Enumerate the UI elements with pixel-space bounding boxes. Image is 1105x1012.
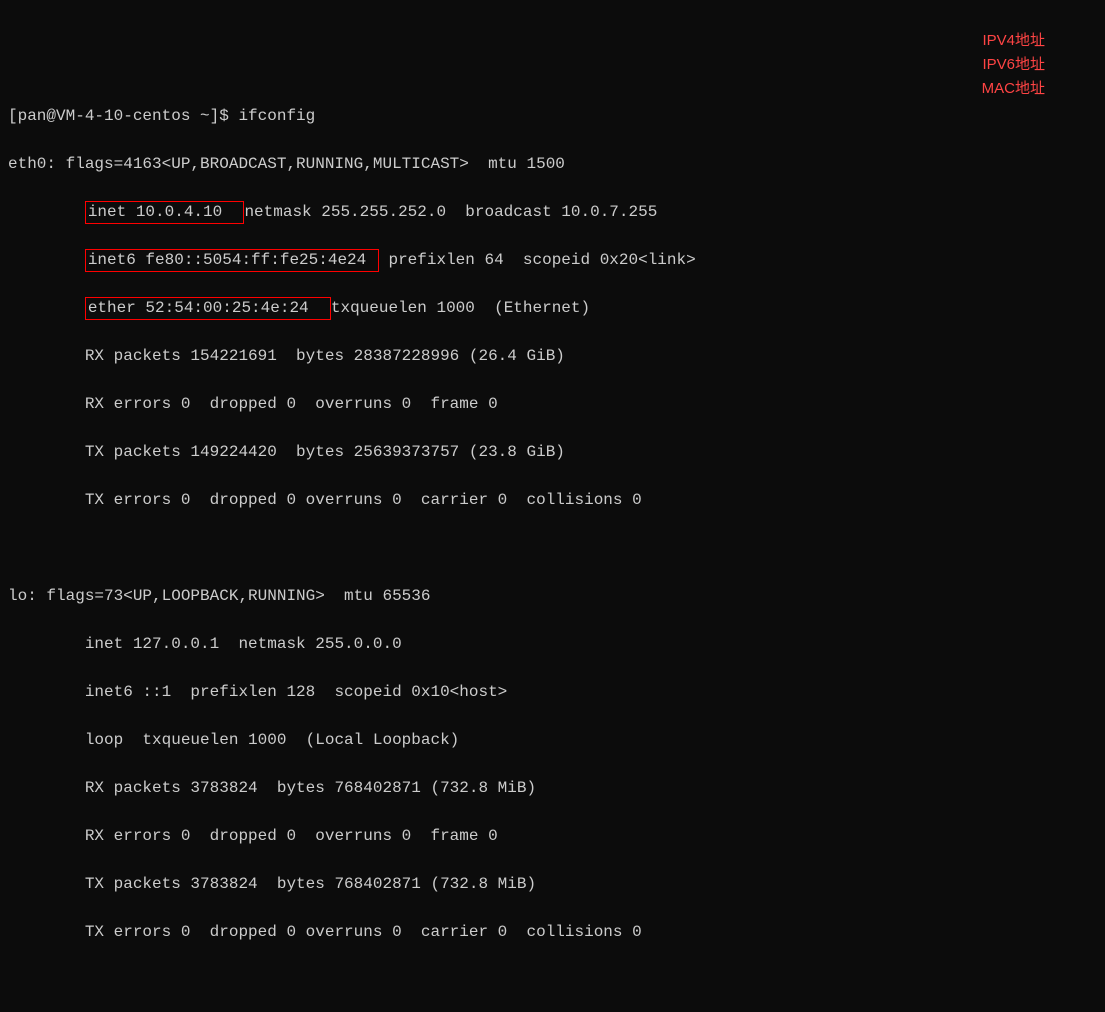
eth0-rx-errors: RX errors 0 dropped 0 overruns 0 frame 0: [8, 392, 1097, 416]
prompt: [pan@VM-4-10-centos ~]$: [8, 107, 238, 125]
blank-line: [8, 536, 1097, 560]
lo-inet6: inet6 ::1 prefixlen 128 scopeid 0x10<hos…: [8, 680, 1097, 704]
lo-rx-packets: RX packets 3783824 bytes 768402871 (732.…: [8, 776, 1097, 800]
annotation-ipv4: IPV4地址: [982, 30, 1045, 53]
eth0-inet-rest: netmask 255.255.252.0 broadcast 10.0.7.2…: [244, 203, 657, 221]
eth0-inet6-rest: prefixlen 64 scopeid 0x20<link>: [379, 251, 696, 269]
lo-tx-packets: TX packets 3783824 bytes 768402871 (732.…: [8, 872, 1097, 896]
eth0-ether-line: ether 52:54:00:25:4e:24 txqueuelen 1000 …: [8, 296, 1097, 320]
indent: [8, 203, 85, 221]
prompt-line: [pan@VM-4-10-centos ~]$ ifconfig: [8, 104, 1097, 128]
ipv4-highlight: inet 10.0.4.10: [85, 201, 245, 224]
lo-rx-errors: RX errors 0 dropped 0 overruns 0 frame 0: [8, 824, 1097, 848]
eth0-inet6-line: inet6 fe80::5054:ff:fe25:4e24 prefixlen …: [8, 248, 1097, 272]
lo-inet: inet 127.0.0.1 netmask 255.0.0.0: [8, 632, 1097, 656]
annotation-ipv6: IPV6地址: [982, 54, 1045, 77]
eth0-header: eth0: flags=4163<UP,BROADCAST,RUNNING,MU…: [8, 152, 1097, 176]
command: ifconfig: [238, 107, 315, 125]
eth0-ether-rest: txqueuelen 1000 (Ethernet): [331, 299, 590, 317]
ipv6-highlight: inet6 fe80::5054:ff:fe25:4e24: [85, 249, 379, 272]
eth0-tx-packets: TX packets 149224420 bytes 25639373757 (…: [8, 440, 1097, 464]
eth0-tx-errors: TX errors 0 dropped 0 overruns 0 carrier…: [8, 488, 1097, 512]
indent: [8, 299, 85, 317]
eth0-rx-packets: RX packets 154221691 bytes 28387228996 (…: [8, 344, 1097, 368]
eth0-inet-line: inet 10.0.4.10 netmask 255.255.252.0 bro…: [8, 200, 1097, 224]
indent: [8, 251, 85, 269]
lo-header: lo: flags=73<UP,LOOPBACK,RUNNING> mtu 65…: [8, 584, 1097, 608]
lo-tx-errors: TX errors 0 dropped 0 overruns 0 carrier…: [8, 920, 1097, 944]
lo-loop: loop txqueuelen 1000 (Local Loopback): [8, 728, 1097, 752]
mac-highlight: ether 52:54:00:25:4e:24: [85, 297, 331, 320]
annotation-mac: MAC地址: [982, 78, 1045, 101]
